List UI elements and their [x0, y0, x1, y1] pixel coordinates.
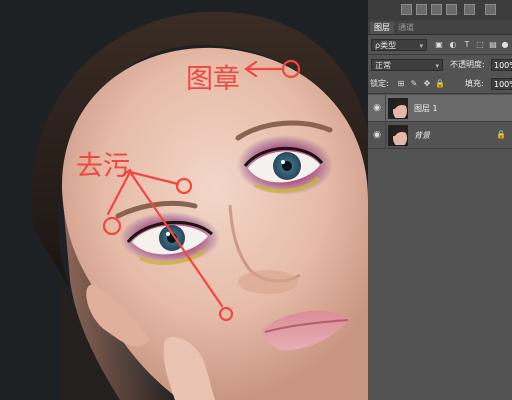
- divider: [385, 122, 386, 149]
- panel-tabs: 图层 通道: [368, 20, 512, 35]
- layer-thumbnail: [388, 125, 408, 146]
- adjust-filter-icon[interactable]: ◐: [448, 40, 458, 50]
- lock-position-icon[interactable]: ✥: [422, 79, 432, 89]
- image-filter-icon[interactable]: ▣: [434, 40, 444, 50]
- tool-icon[interactable]: [446, 4, 457, 15]
- lock-row: 锁定: ⊞ ✎ ✥ 🔒 填充: 100%: [368, 75, 512, 93]
- blend-mode-select[interactable]: 正常 ▾: [371, 59, 443, 71]
- tool-icon[interactable]: [416, 4, 427, 15]
- smart-filter-icon[interactable]: ▤: [488, 40, 498, 50]
- lock-all-icon[interactable]: 🔒: [435, 79, 445, 89]
- tab-layers[interactable]: 图层: [370, 22, 394, 34]
- fill-label: 填充:: [465, 79, 484, 88]
- annotation-label-stamp: 图章: [186, 64, 240, 95]
- tool-icon[interactable]: [485, 4, 496, 15]
- opacity-field[interactable]: 100%: [491, 59, 512, 71]
- photoshop-window: 图章 去污 图层 通道 ρ类型 ▾ ▣ ◐ T ⬚ ▤ ● 正常 ▾ 不透明度:…: [0, 0, 512, 400]
- opacity-label: 不透明度:: [450, 60, 485, 69]
- filter-toggle-icon[interactable]: ●: [500, 40, 510, 50]
- portrait-photo: 图章 去污: [0, 0, 368, 400]
- lock-icon[interactable]: 🔒: [496, 130, 506, 139]
- shape-filter-icon[interactable]: ⬚: [475, 40, 485, 50]
- lock-pixels-icon[interactable]: ✎: [409, 79, 419, 89]
- tab-channels[interactable]: 通道: [394, 22, 418, 34]
- divider: [385, 95, 386, 122]
- eye-icon[interactable]: ◉: [372, 130, 382, 140]
- blend-row: 正常▾ 不透明度: 100%: [368, 56, 512, 74]
- fill-field[interactable]: 100%: [491, 78, 512, 90]
- layer-row-background[interactable]: ◉ 背景 🔒: [368, 122, 512, 149]
- text-filter-icon[interactable]: T: [462, 40, 472, 50]
- layer-thumbnail: [388, 98, 408, 119]
- layers-panel: 图层 通道 ρ类型▾ ▣ ◐ T ⬚ ▤ ● 正常▾ 不透明度: 100% 锁定…: [368, 0, 512, 400]
- eye-icon[interactable]: ◉: [372, 103, 382, 113]
- document-canvas[interactable]: 图章 去污: [0, 0, 368, 400]
- filter-kind-select[interactable]: ρ类型 ▾: [371, 39, 427, 51]
- layer-name: 图层 1: [414, 104, 438, 113]
- layer-row-layer1[interactable]: ◉ 图层 1: [368, 95, 512, 122]
- divider: [368, 93, 512, 94]
- panel-toolbar: [368, 0, 512, 20]
- layers-list-empty-area[interactable]: [368, 150, 512, 400]
- tool-icon[interactable]: [401, 4, 412, 15]
- tool-icon[interactable]: [431, 4, 442, 15]
- divider: [368, 54, 512, 55]
- layer-filter-row: ρ类型 ▾ ▣ ◐ T ⬚ ▤ ●: [368, 36, 512, 54]
- layer-name: 背景: [414, 131, 430, 140]
- lock-transparency-icon[interactable]: ⊞: [396, 79, 406, 89]
- tool-icon[interactable]: [464, 4, 475, 15]
- annotation-label-clean: 去污: [76, 151, 130, 182]
- lock-label: 锁定:: [370, 79, 389, 88]
